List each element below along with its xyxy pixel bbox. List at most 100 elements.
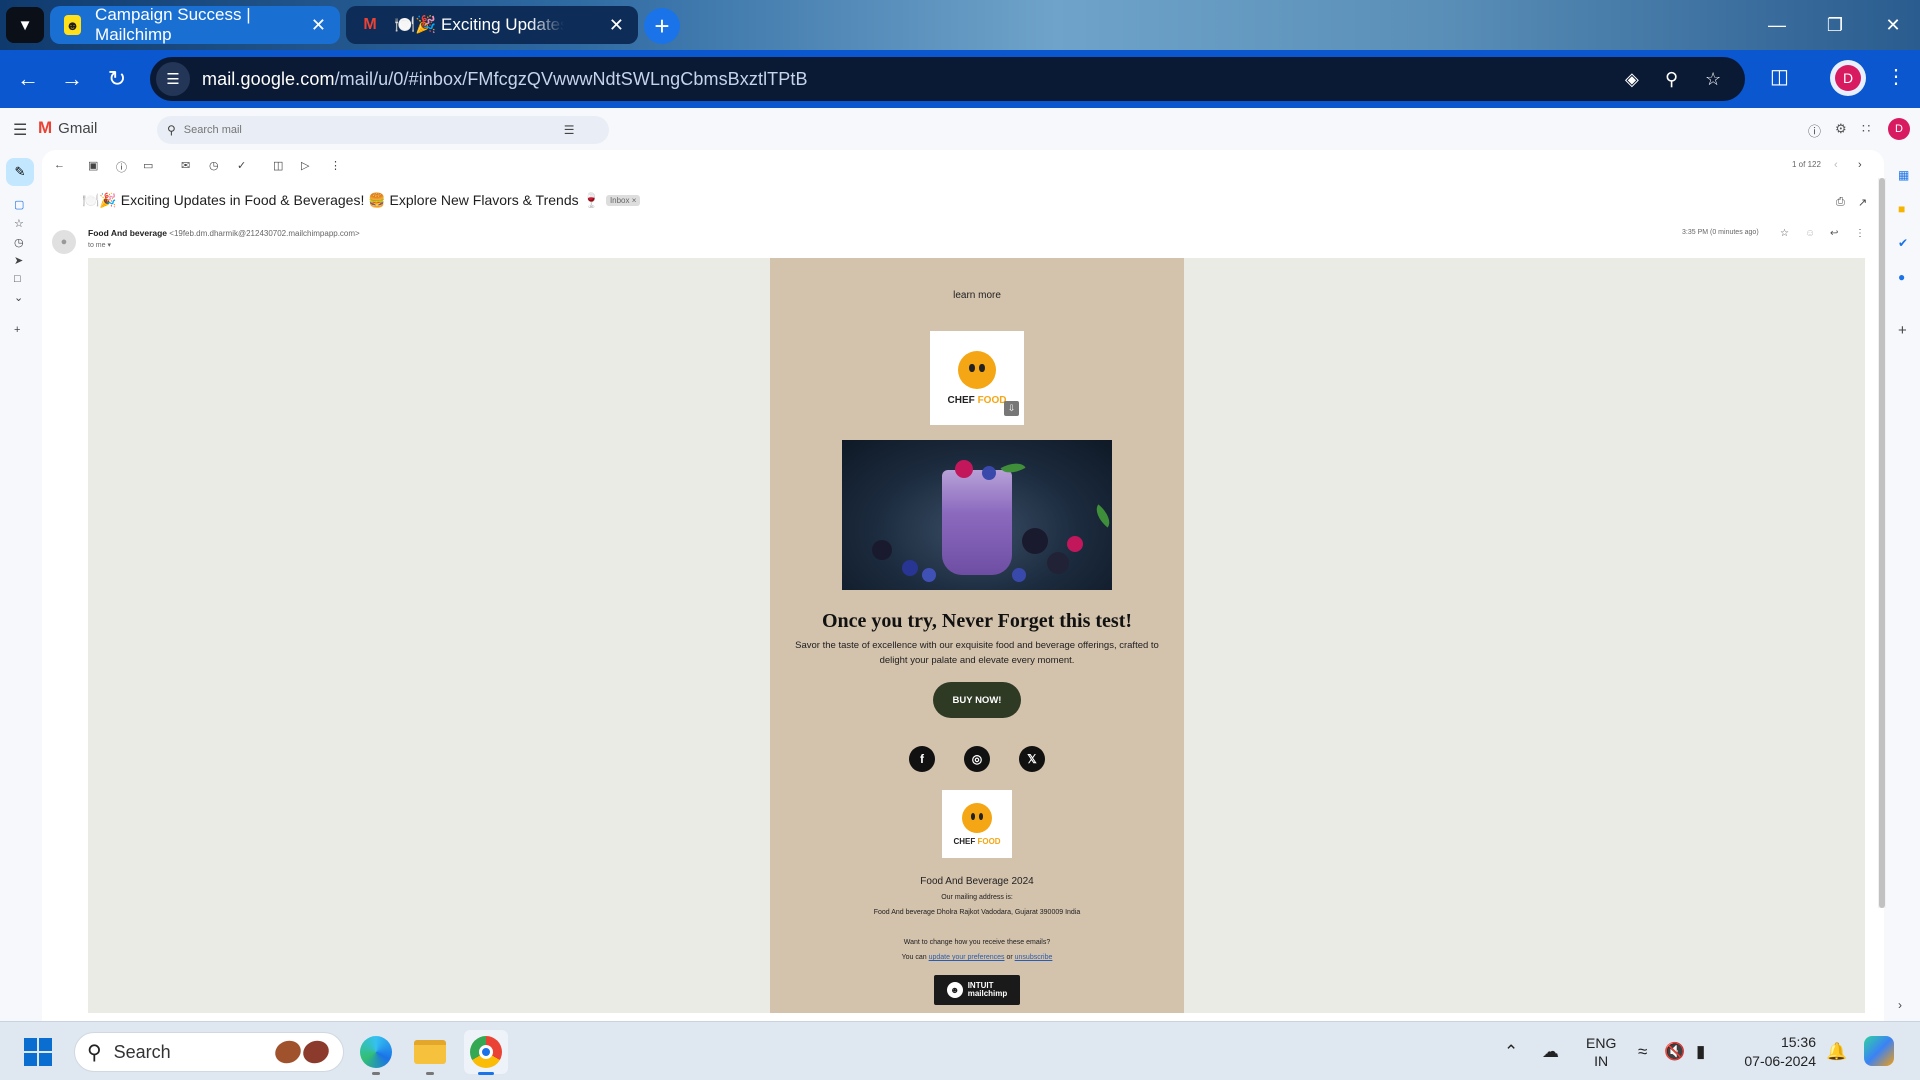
sender-name[interactable]: Food And beverage bbox=[88, 228, 167, 238]
reply-icon[interactable]: ↩ bbox=[1830, 228, 1838, 239]
blueberry-shape bbox=[922, 568, 936, 582]
onedrive-cloud-icon[interactable]: ☁ bbox=[1542, 1042, 1559, 1062]
emoji-react-icon[interactable]: ☺ bbox=[1805, 228, 1815, 239]
search-options-icon[interactable]: ☰ bbox=[564, 123, 575, 137]
extensions-puzzle-icon[interactable]: ◫ bbox=[1770, 64, 1789, 89]
unsubscribe-link[interactable]: unsubscribe bbox=[1015, 954, 1053, 961]
speaker-muted-icon[interactable]: 🔇 bbox=[1664, 1042, 1685, 1062]
show-hidden-icons-chevron-icon[interactable]: ⌃ bbox=[1504, 1042, 1518, 1062]
gmail-logo[interactable]: M Gmail bbox=[38, 118, 97, 138]
add-label-icon[interactable]: + bbox=[14, 324, 20, 336]
notifications-bell-icon[interactable]: 🔔 bbox=[1826, 1042, 1847, 1062]
site-info-icon[interactable]: ☰ bbox=[156, 62, 190, 96]
recipients-toggle[interactable]: to me ▾ bbox=[88, 241, 111, 249]
report-spam-icon[interactable]: ⓘ bbox=[116, 159, 127, 175]
add-task-icon[interactable]: ✓ bbox=[237, 159, 246, 172]
snoozed-icon[interactable]: ◷ bbox=[14, 236, 24, 249]
more-options-icon[interactable]: ⋮ bbox=[330, 159, 341, 172]
mark-unread-icon[interactable]: ✉ bbox=[181, 159, 190, 172]
more-chevron-icon[interactable]: ⌄ bbox=[14, 291, 23, 304]
drafts-icon[interactable]: □ bbox=[14, 273, 21, 285]
main-menu-icon[interactable]: ☰ bbox=[13, 120, 27, 140]
browser-toolbar: ← → ↻ ☰ mail.google.com/mail/u/0/#inbox/… bbox=[0, 50, 1920, 108]
tab-gmail[interactable]: M 🍽️🎉 Exciting Updates in Food ✕ bbox=[346, 6, 638, 44]
windows-start-icon[interactable] bbox=[24, 1038, 52, 1066]
preferences-line: You can update your preferences or unsub… bbox=[901, 954, 1053, 961]
search-bar[interactable]: ⚲ ☰ bbox=[157, 116, 609, 144]
calendar-icon[interactable]: ▦ bbox=[1898, 168, 1909, 182]
get-addons-icon[interactable]: + bbox=[1898, 322, 1907, 339]
edge-app-button[interactable] bbox=[354, 1030, 398, 1075]
intuit-mailchimp-badge[interactable]: ☻ INTUIT mailchimp bbox=[934, 975, 1020, 1005]
move-to-icon[interactable]: ◫ bbox=[273, 159, 283, 172]
footer-company: Food And Beverage 2024 bbox=[920, 876, 1034, 887]
archive-icon[interactable]: ▣ bbox=[88, 159, 98, 172]
x-twitter-icon[interactable]: 𝕏 bbox=[1019, 746, 1045, 772]
search-icon[interactable]: ⚲ bbox=[167, 123, 176, 137]
minimize-button[interactable]: — bbox=[1748, 0, 1806, 50]
snooze-icon[interactable]: ◷ bbox=[209, 159, 219, 172]
download-icon[interactable]: ⇩ bbox=[1004, 401, 1019, 416]
taskbar-search[interactable]: ⚲ Search bbox=[74, 1032, 344, 1072]
reload-button[interactable]: ↻ bbox=[102, 64, 132, 94]
profile-button[interactable]: D bbox=[1830, 60, 1866, 96]
input-language[interactable]: ENG IN bbox=[1586, 1034, 1616, 1070]
apps-grid-icon[interactable]: ∷ bbox=[1862, 121, 1870, 137]
close-icon[interactable]: ✕ bbox=[609, 15, 624, 36]
pencil-icon: ✎ bbox=[14, 164, 26, 179]
print-icon[interactable]: ⎙ bbox=[1836, 196, 1845, 209]
extension-diamond-icon[interactable]: ◈ bbox=[1625, 69, 1639, 90]
forward-button[interactable]: → bbox=[57, 64, 87, 94]
label-icon[interactable]: ▷ bbox=[301, 159, 309, 172]
tab-search-button[interactable]: ▼ bbox=[6, 7, 44, 43]
close-icon[interactable]: ✕ bbox=[311, 15, 326, 36]
older-chevron-icon[interactable]: › bbox=[1858, 159, 1862, 171]
battery-icon[interactable]: ▮ bbox=[1696, 1042, 1705, 1062]
delete-icon[interactable]: ▭ bbox=[143, 159, 153, 172]
mint-leaf-shape bbox=[1090, 504, 1112, 528]
chrome-app-button[interactable] bbox=[464, 1030, 508, 1075]
newer-chevron-icon[interactable]: ‹ bbox=[1834, 159, 1838, 171]
open-new-window-icon[interactable]: ↗ bbox=[1858, 196, 1867, 209]
url-text: mail.google.com/mail/u/0/#inbox/FMfcgzQV… bbox=[202, 68, 808, 89]
starred-icon[interactable]: ☆ bbox=[14, 217, 24, 230]
show-panel-chevron-icon[interactable]: › bbox=[1898, 998, 1902, 1012]
new-tab-button[interactable]: + bbox=[644, 8, 680, 44]
bookmark-star-icon[interactable]: ☆ bbox=[1705, 69, 1721, 90]
update-preferences-link[interactable]: update your preferences bbox=[929, 954, 1005, 961]
message-scrollbar[interactable] bbox=[1878, 178, 1886, 908]
zoom-icon[interactable]: ⚲ bbox=[1665, 69, 1678, 90]
chef-food-logo[interactable]: CHEF FOOD ⇩ bbox=[930, 331, 1024, 425]
back-to-inbox-icon[interactable]: ← bbox=[54, 159, 65, 171]
sent-icon[interactable]: ➤ bbox=[14, 254, 23, 267]
copilot-icon[interactable] bbox=[1864, 1036, 1894, 1066]
settings-gear-icon[interactable]: ⚙ bbox=[1835, 121, 1847, 137]
inbox-icon[interactable]: ▢ bbox=[14, 198, 24, 211]
help-icon[interactable]: ⓘ bbox=[1808, 121, 1821, 140]
compose-button[interactable]: ✎ bbox=[6, 158, 34, 186]
inbox-label-chip[interactable]: Inbox × bbox=[605, 195, 641, 206]
instagram-icon[interactable]: ◎ bbox=[964, 746, 990, 772]
back-button[interactable]: ← bbox=[13, 64, 43, 94]
tasks-icon[interactable]: ✔ bbox=[1898, 236, 1908, 250]
restore-button[interactable]: ❐ bbox=[1806, 0, 1864, 50]
address-bar[interactable]: ☰ mail.google.com/mail/u/0/#inbox/FMfcgz… bbox=[150, 57, 1745, 101]
file-explorer-app-button[interactable] bbox=[408, 1030, 452, 1075]
account-avatar[interactable]: D bbox=[1888, 118, 1910, 140]
search-input[interactable] bbox=[183, 124, 564, 136]
keep-icon[interactable]: ■ bbox=[1898, 202, 1905, 216]
tab-mailchimp[interactable]: ☻ Campaign Success | Mailchimp ✕ bbox=[50, 5, 340, 44]
chef-face-icon bbox=[958, 350, 996, 389]
scrollbar-thumb[interactable] bbox=[1879, 178, 1885, 908]
taskbar-clock[interactable]: 15:36 07-06-2024 bbox=[1736, 1033, 1816, 1071]
facebook-icon[interactable]: f bbox=[909, 746, 935, 772]
learn-more-link[interactable]: learn more bbox=[770, 290, 1184, 301]
email-description: Savor the taste of excellence with our e… bbox=[795, 640, 1159, 666]
star-icon[interactable]: ☆ bbox=[1780, 228, 1789, 239]
wifi-icon[interactable]: ≈ bbox=[1638, 1042, 1647, 1062]
menu-kebab-icon[interactable]: ⋮ bbox=[1886, 64, 1906, 89]
close-window-button[interactable]: ✕ bbox=[1864, 0, 1920, 50]
more-actions-icon[interactable]: ⋮ bbox=[1855, 228, 1865, 239]
contacts-icon[interactable]: ● bbox=[1898, 270, 1905, 284]
buy-now-button[interactable]: BUY NOW! bbox=[933, 682, 1021, 718]
